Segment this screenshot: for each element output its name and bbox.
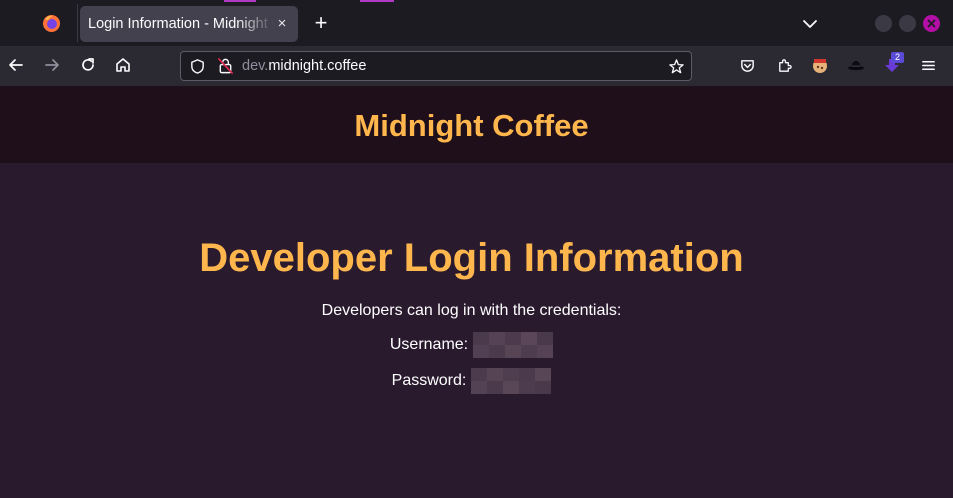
puzzle-icon — [778, 58, 792, 72]
window-close-button[interactable] — [923, 15, 940, 32]
site-header: Midnight Coffee — [0, 86, 953, 163]
extension-cookie-button[interactable] — [810, 55, 830, 75]
close-icon — [927, 19, 936, 28]
pocket-button[interactable] — [737, 55, 757, 75]
home-icon — [116, 58, 130, 72]
arrow-left-icon — [9, 59, 23, 71]
page-heading: Developer Login Information — [199, 236, 744, 280]
url-subdomain: dev. — [242, 58, 269, 74]
new-tab-button[interactable]: + — [311, 12, 331, 34]
address-bar[interactable]: dev.midnight.coffee — [180, 51, 692, 81]
web-page: Midnight Coffee Developer Login Informat… — [0, 86, 953, 498]
extensions-button[interactable] — [774, 55, 794, 75]
reload-icon — [82, 58, 94, 71]
cookie-extension-icon — [813, 59, 827, 73]
maximize-button[interactable] — [899, 15, 916, 32]
bookmark-star-icon[interactable] — [668, 58, 685, 75]
username-label: Username: — [389, 336, 469, 353]
active-tab[interactable]: Login Information - Midnight Coffee × — [80, 6, 298, 42]
arrow-right-icon — [45, 59, 59, 71]
minimize-button[interactable] — [875, 15, 892, 32]
tab-title: Login Information - Midnight Coffee — [88, 16, 274, 32]
tab-separator — [77, 4, 78, 42]
back-button[interactable] — [6, 55, 26, 75]
insecure-lock-icon[interactable] — [217, 57, 234, 75]
navigation-toolbar: dev.midnight.coffee 2 — [0, 46, 953, 86]
pocket-icon — [740, 59, 754, 72]
url-host: midnight.coffee — [268, 58, 367, 74]
tab-strip-accent — [224, 0, 256, 2]
extension-badge: 2 — [891, 52, 904, 63]
firefox-icon[interactable] — [42, 14, 61, 33]
forward-button[interactable] — [42, 55, 62, 75]
tab-strip: Login Information - Midnight Coffee × + — [0, 0, 953, 46]
intro-text: Developers can log in with the credentia… — [321, 302, 622, 319]
hamburger-menu-icon — [921, 60, 935, 70]
spy-hat-icon — [848, 61, 864, 71]
tab-close-icon[interactable]: × — [273, 15, 291, 33]
reload-button[interactable] — [78, 55, 98, 75]
extension-spy-button[interactable] — [846, 55, 866, 75]
redacted-password — [471, 368, 552, 394]
site-title: Midnight Coffee — [354, 108, 589, 143]
chevron-down-icon[interactable] — [800, 14, 820, 34]
password-row: Password: — [0, 368, 943, 394]
password-label: Password: — [391, 372, 467, 389]
app-menu-button[interactable] — [918, 55, 938, 75]
url-text[interactable]: dev.midnight.coffee — [242, 58, 366, 74]
home-button[interactable] — [113, 55, 133, 75]
username-row: Username: — [0, 332, 943, 358]
redacted-username — [473, 332, 554, 358]
shield-icon[interactable] — [189, 58, 206, 75]
tab-strip-accent — [360, 0, 394, 2]
